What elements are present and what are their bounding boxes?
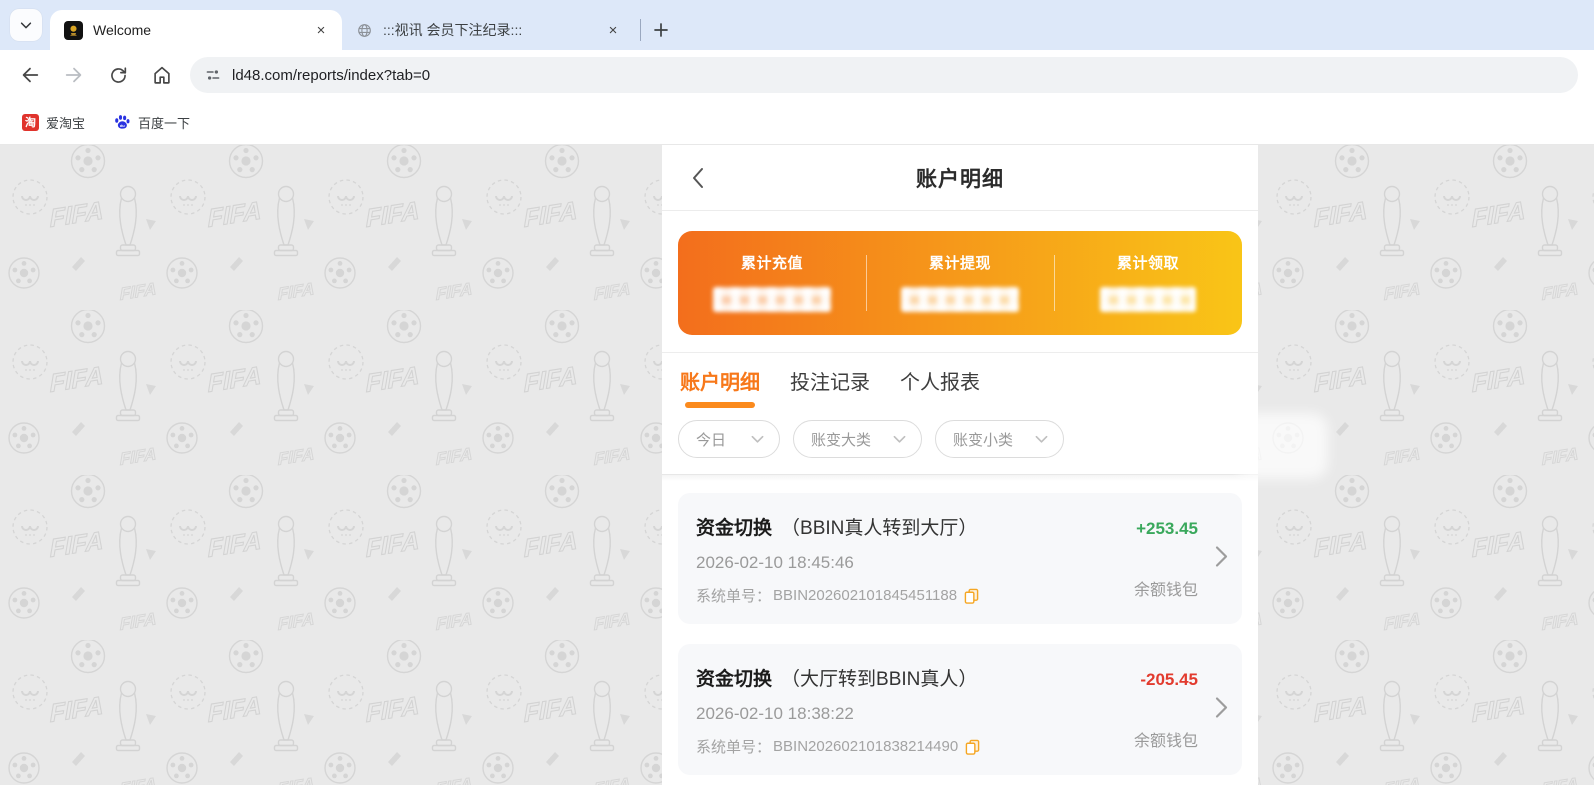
taobao-icon: 淘: [22, 113, 39, 131]
browser-tab-welcome[interactable]: Welcome ×: [50, 10, 342, 50]
new-tab-button[interactable]: [647, 16, 675, 44]
record-time: 2026-02-10 18:45:46: [696, 553, 854, 572]
home-icon: [154, 66, 170, 84]
url-bar[interactable]: ld48.com/reports/index?tab=0: [190, 57, 1578, 93]
stat-item-claim: 累计领取: [1054, 231, 1242, 335]
forward-button[interactable]: [56, 57, 92, 93]
sticky-shadow-divider: [662, 474, 1258, 481]
browser-toolbar: ld48.com/reports/index?tab=0: [0, 50, 1594, 100]
reload-button[interactable]: [100, 57, 136, 93]
tab-personal-report[interactable]: 个人报表: [900, 366, 980, 395]
page-background: FIFA: [0, 145, 1594, 785]
record-list: 资金切换 （BBIN真人转到大厅） 2026-02-10 18:45:46 系统单…: [662, 481, 1258, 785]
chevron-down-icon: [20, 22, 32, 29]
copy-icon[interactable]: [964, 588, 979, 604]
active-tab-underline: [685, 402, 755, 408]
blurred-overlay: [1236, 413, 1328, 479]
bookmark-label: 爱淘宝: [46, 115, 86, 131]
chevron-down-icon: [751, 435, 764, 443]
tab-close-icon[interactable]: ×: [604, 21, 622, 39]
bookmark-baidu[interactable]: du 百度一下: [107, 109, 196, 136]
filter-dropdown-category-major[interactable]: 账变大类: [793, 420, 923, 458]
record-amount: +253.45: [1136, 519, 1198, 538]
chevron-right-icon: [1215, 545, 1228, 572]
chevron-left-icon: [692, 168, 703, 188]
record-card[interactable]: 资金切换 （大厅转到BBIN真人） 2026-02-10 18:38:22 系统单…: [678, 644, 1242, 775]
record-order-label: 系统单号：: [696, 739, 772, 756]
tab-search-button[interactable]: [10, 9, 42, 41]
stat-label: 累计提现: [928, 255, 991, 272]
record-detail: （BBIN真人转到大厅）: [781, 518, 978, 539]
content-tabs: 账户明细 投注记录 个人报表: [662, 353, 1258, 410]
back-button[interactable]: [12, 57, 48, 93]
content-panel: 账户明细 累计充值 累计提现 累计领取 账户明细 投注记录 个人报表 今日 账变…: [662, 145, 1258, 785]
stat-divider: [1054, 255, 1056, 311]
record-detail: （大厅转到BBIN真人）: [781, 669, 978, 690]
tab-title: :::视讯 会员下注纪录:::: [383, 22, 523, 38]
home-button[interactable]: [144, 57, 180, 93]
plus-icon: [654, 23, 668, 37]
stat-divider: [866, 255, 868, 311]
url-text[interactable]: ld48.com/reports/index?tab=0: [232, 67, 430, 84]
filter-dropdown-category-minor[interactable]: 账变小类: [935, 420, 1065, 458]
chevron-down-icon: [893, 435, 906, 443]
record-order-no: BBIN202602101845451188: [773, 587, 958, 604]
record-type: 资金切换: [696, 669, 773, 690]
tab-separator: [640, 19, 641, 41]
tab-bet-records[interactable]: 投注记录: [790, 366, 870, 395]
record-order-no: BBIN202602101838214490: [773, 738, 959, 755]
tab-account-detail[interactable]: 账户明细: [680, 366, 760, 408]
chevron-right-icon: [1215, 696, 1228, 723]
browser-tab-records[interactable]: :::视讯 会员下注纪录::: ×: [342, 10, 634, 50]
stat-label: 累计领取: [1116, 255, 1179, 272]
bookmark-label: 百度一下: [138, 115, 191, 131]
site-favicon-icon: [64, 20, 83, 40]
page-header: 账户明细: [662, 145, 1258, 211]
site-controls-icon: [206, 70, 220, 80]
record-time: 2026-02-10 18:38:22: [696, 704, 854, 723]
page-title: 账户明细: [916, 167, 1004, 191]
filter-dropdown-date[interactable]: 今日: [678, 420, 780, 458]
forward-arrow-icon: [65, 67, 82, 83]
record-order-label: 系统单号：: [696, 588, 772, 605]
stat-value-censored: [901, 287, 1019, 312]
reload-icon: [110, 66, 126, 83]
tab-close-icon[interactable]: ×: [312, 21, 330, 39]
baidu-icon: du: [115, 115, 130, 129]
record-wallet: 余额钱包: [1133, 733, 1198, 750]
record-type: 资金切换: [696, 518, 773, 539]
record-card[interactable]: 资金切换 （BBIN真人转到大厅） 2026-02-10 18:45:46 系统单…: [678, 493, 1242, 624]
back-chevron-button[interactable]: [682, 163, 712, 193]
bookmark-taobao[interactable]: 淘 爱淘宝: [16, 109, 91, 136]
record-amount: -205.45: [1140, 670, 1198, 689]
record-wallet: 余额钱包: [1133, 582, 1198, 599]
globe-icon: [358, 23, 371, 37]
stat-item-recharge: 累计充值: [678, 231, 866, 335]
bookmarks-bar: 淘 爱淘宝 du 百度一下: [0, 100, 1594, 145]
stat-item-withdraw: 累计提现: [866, 231, 1054, 335]
stat-value-censored: [1100, 287, 1196, 312]
record-info: 资金切换 （大厅转到BBIN真人） 2026-02-10 18:38:22 系统单…: [696, 664, 1094, 757]
stat-value-censored: [713, 287, 831, 312]
stat-label: 累计充值: [740, 255, 803, 272]
tab-title: Welcome: [93, 22, 152, 38]
svg-text:du: du: [120, 123, 125, 128]
filters-row: 今日 账变大类 账变小类: [662, 410, 1258, 474]
chevron-down-icon: [1035, 435, 1048, 443]
record-info: 资金切换 （BBIN真人转到大厅） 2026-02-10 18:45:46 系统单…: [696, 513, 1094, 606]
back-arrow-icon: [22, 67, 39, 83]
stats-card: 累计充值 累计提现 累计领取: [678, 231, 1242, 335]
copy-icon[interactable]: [965, 739, 980, 755]
browser-tab-strip: Welcome × :::视讯 会员下注纪录::: ×: [0, 0, 1594, 50]
